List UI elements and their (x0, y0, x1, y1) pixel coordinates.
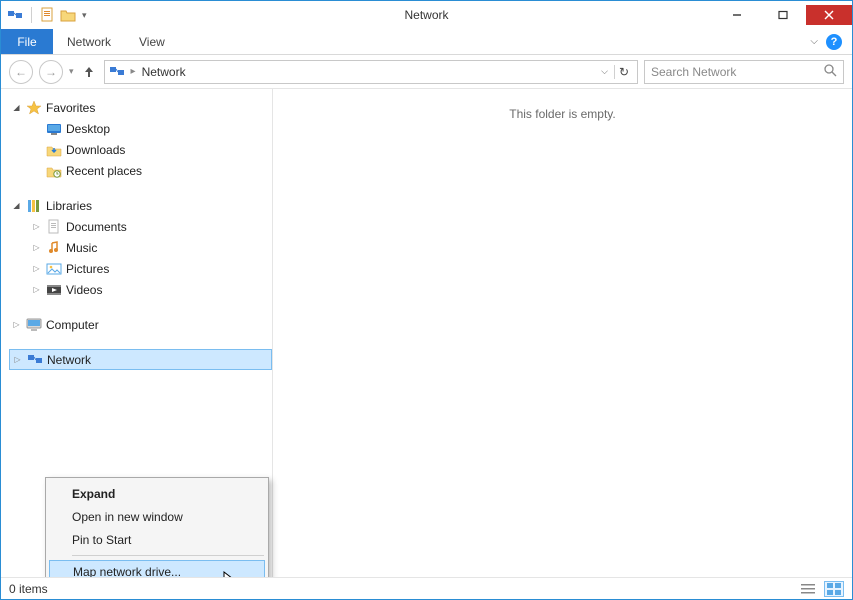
navigation-bar: ← → ▾ ▸ Network ⌵ ↻ Search Network (1, 55, 852, 89)
tree-label: Computer (46, 318, 99, 332)
downloads-icon (46, 142, 62, 158)
maximize-button[interactable] (760, 5, 806, 25)
tree-group-libraries: Libraries Documents Music (9, 195, 272, 300)
refresh-button[interactable]: ↻ (614, 65, 633, 79)
up-button[interactable] (80, 63, 98, 81)
large-icons-view-button[interactable] (824, 581, 844, 597)
ctx-map-network-drive[interactable]: Map network drive... (49, 560, 265, 577)
new-folder-qat-icon[interactable] (60, 7, 76, 23)
help-icon[interactable]: ? (826, 34, 842, 50)
quick-access-toolbar: ▾ (1, 7, 87, 23)
address-dropdown-icon[interactable]: ⌵ (601, 66, 608, 77)
tree-item-network[interactable]: Network (9, 349, 272, 370)
expand-toggle-icon[interactable] (31, 263, 42, 274)
tree-label: Music (66, 241, 97, 255)
tree-label: Recent places (66, 164, 142, 178)
expand-toggle-icon[interactable] (11, 200, 22, 211)
address-bar[interactable]: ▸ Network ⌵ ↻ (104, 60, 638, 84)
tree-label: Libraries (46, 199, 92, 213)
close-button[interactable] (806, 5, 852, 25)
tree-item-pictures[interactable]: Pictures (9, 258, 272, 279)
expand-toggle-icon[interactable] (31, 284, 42, 295)
tree-group-network: Network (9, 349, 272, 370)
file-tab[interactable]: File (1, 29, 53, 54)
ribbon-expand-icon[interactable]: ⌵ (810, 36, 818, 47)
star-icon (26, 100, 42, 116)
content-pane[interactable]: This folder is empty. (273, 89, 852, 577)
tree-item-desktop[interactable]: Desktop (9, 118, 272, 139)
tree-label: Network (47, 353, 91, 367)
tree-label: Videos (66, 283, 102, 297)
tree-label: Favorites (46, 101, 95, 115)
back-button[interactable]: ← (9, 60, 33, 84)
tree-item-downloads[interactable]: Downloads (9, 139, 272, 160)
titlebar: ▾ Network (1, 1, 852, 29)
network-icon (27, 352, 43, 368)
ctx-pin-to-start[interactable]: Pin to Start (48, 528, 266, 551)
desktop-icon (46, 121, 62, 137)
network-icon (109, 64, 125, 80)
search-icon (824, 64, 837, 80)
tree-group-computer: Computer (9, 314, 272, 335)
tree-item-documents[interactable]: Documents (9, 216, 272, 237)
ctx-separator (72, 555, 264, 556)
expand-toggle-icon[interactable] (11, 319, 22, 330)
recent-locations-dropdown[interactable]: ▾ (69, 66, 74, 77)
details-view-button[interactable] (798, 581, 818, 597)
minimize-button[interactable] (714, 5, 760, 25)
tree-label: Documents (66, 220, 127, 234)
expand-toggle-icon[interactable] (11, 102, 22, 113)
explorer-window: ▾ Network File Network View ⌵ ? ← → ▾ (0, 0, 853, 600)
search-input[interactable]: Search Network (644, 60, 844, 84)
expand-toggle-icon[interactable] (31, 221, 42, 232)
tab-view[interactable]: View (125, 29, 179, 54)
body: Favorites Desktop Downloads (1, 89, 852, 577)
documents-icon (46, 219, 62, 235)
app-icon (7, 7, 23, 23)
tree-label: Desktop (66, 122, 110, 136)
tree-item-libraries[interactable]: Libraries (9, 195, 272, 216)
tree-group-favorites: Favorites Desktop Downloads (9, 97, 272, 181)
tree-item-videos[interactable]: Videos (9, 279, 272, 300)
empty-folder-text: This folder is empty. (509, 107, 615, 121)
status-bar: 0 items (1, 577, 852, 599)
ctx-open-new-window[interactable]: Open in new window (48, 505, 266, 528)
qat-separator (31, 7, 32, 23)
breadcrumb-chevron-icon[interactable]: ▸ (131, 66, 136, 77)
tree-item-computer[interactable]: Computer (9, 314, 272, 335)
tree-label: Downloads (66, 143, 125, 157)
recent-places-icon (46, 163, 62, 179)
status-item-count: 0 items (9, 582, 48, 596)
context-menu: Expand Open in new window Pin to Start M… (45, 477, 269, 577)
search-placeholder: Search Network (651, 65, 736, 79)
videos-icon (46, 282, 62, 298)
tree-item-music[interactable]: Music (9, 237, 272, 258)
ctx-expand[interactable]: Expand (48, 482, 266, 505)
expand-toggle-icon[interactable] (31, 242, 42, 253)
tree-item-recent-places[interactable]: Recent places (9, 160, 272, 181)
tree-label: Pictures (66, 262, 109, 276)
pictures-icon (46, 261, 62, 277)
music-icon (46, 240, 62, 256)
tree-item-favorites[interactable]: Favorites (9, 97, 272, 118)
computer-icon (26, 317, 42, 333)
qat-dropdown-icon[interactable]: ▾ (82, 10, 87, 21)
properties-qat-icon[interactable] (40, 7, 56, 23)
forward-button[interactable]: → (39, 60, 63, 84)
ribbon: File Network View ⌵ ? (1, 29, 852, 55)
libraries-icon (26, 198, 42, 214)
expand-toggle-icon[interactable] (12, 354, 23, 365)
window-controls (714, 5, 852, 25)
breadcrumb-location[interactable]: Network (142, 65, 186, 79)
tab-network[interactable]: Network (53, 29, 125, 54)
